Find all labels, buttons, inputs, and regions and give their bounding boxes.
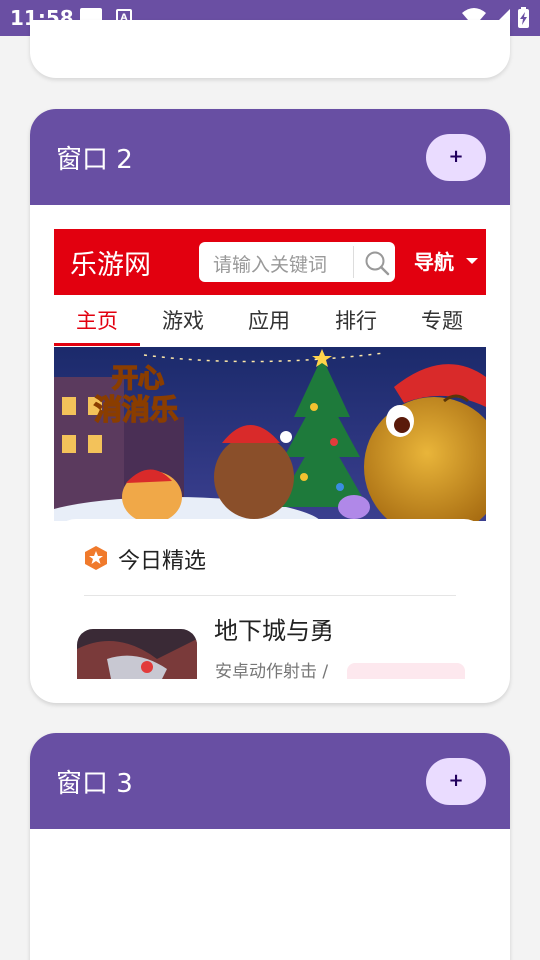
site-header: 乐游网 请输入关键词 导航 [54, 229, 486, 295]
nav-menu-button[interactable]: 导航 [414, 246, 454, 275]
active-tab-indicator [54, 343, 140, 346]
site-tabs: 主页 游戏 应用 排行 专题 [54, 295, 486, 347]
tab-topics[interactable]: 专题 [421, 305, 463, 335]
star-badge-icon [85, 546, 107, 570]
window-header: 窗口 2 + [30, 109, 510, 205]
tab-home[interactable]: 主页 [76, 305, 118, 335]
previous-window-card [30, 20, 510, 78]
window-card-3: 窗口 3 + [30, 733, 510, 960]
svg-text:消消乐: 消消乐 [94, 393, 178, 426]
search-input[interactable]: 请输入关键词 [213, 250, 327, 277]
chevron-down-icon[interactable] [466, 258, 478, 264]
game-banner-image[interactable]: 开心 消消乐 [54, 347, 486, 521]
search-box[interactable]: 请输入关键词 [199, 242, 395, 282]
embedded-webpage[interactable]: 乐游网 请输入关键词 导航 主页 游戏 应用 排行 专题 开心 消消乐 今日精选… [54, 229, 486, 679]
game-title-link[interactable]: 地下城与勇 [214, 611, 334, 646]
section-title: 今日精选 [118, 549, 207, 574]
game-thumbnail[interactable] [77, 629, 197, 679]
window-header: 窗口 3 + [30, 733, 510, 829]
add-button[interactable]: + [426, 134, 486, 181]
add-button[interactable]: + [426, 758, 486, 805]
featured-panel: 今日精选 地下城与勇 安卓动作射击 / [54, 519, 486, 679]
divider [84, 595, 456, 596]
battery-charging-icon [518, 7, 529, 28]
window-title: 窗口 3 [56, 769, 133, 799]
window-card-2: 窗口 2 + 乐游网 请输入关键词 导航 主页 游戏 应用 排行 专题 开心 消… [30, 109, 510, 703]
svg-text:开心: 开心 [112, 364, 164, 394]
game-category: 安卓动作射击 / [215, 662, 329, 679]
tab-rankings[interactable]: 排行 [335, 305, 377, 335]
search-icon[interactable] [363, 249, 391, 277]
tab-apps[interactable]: 应用 [248, 305, 290, 335]
window-title: 窗口 2 [56, 145, 133, 175]
tab-games[interactable]: 游戏 [162, 305, 204, 335]
site-logo[interactable]: 乐游网 [70, 243, 151, 282]
game-tag-badge [347, 663, 465, 679]
search-divider [353, 246, 354, 278]
